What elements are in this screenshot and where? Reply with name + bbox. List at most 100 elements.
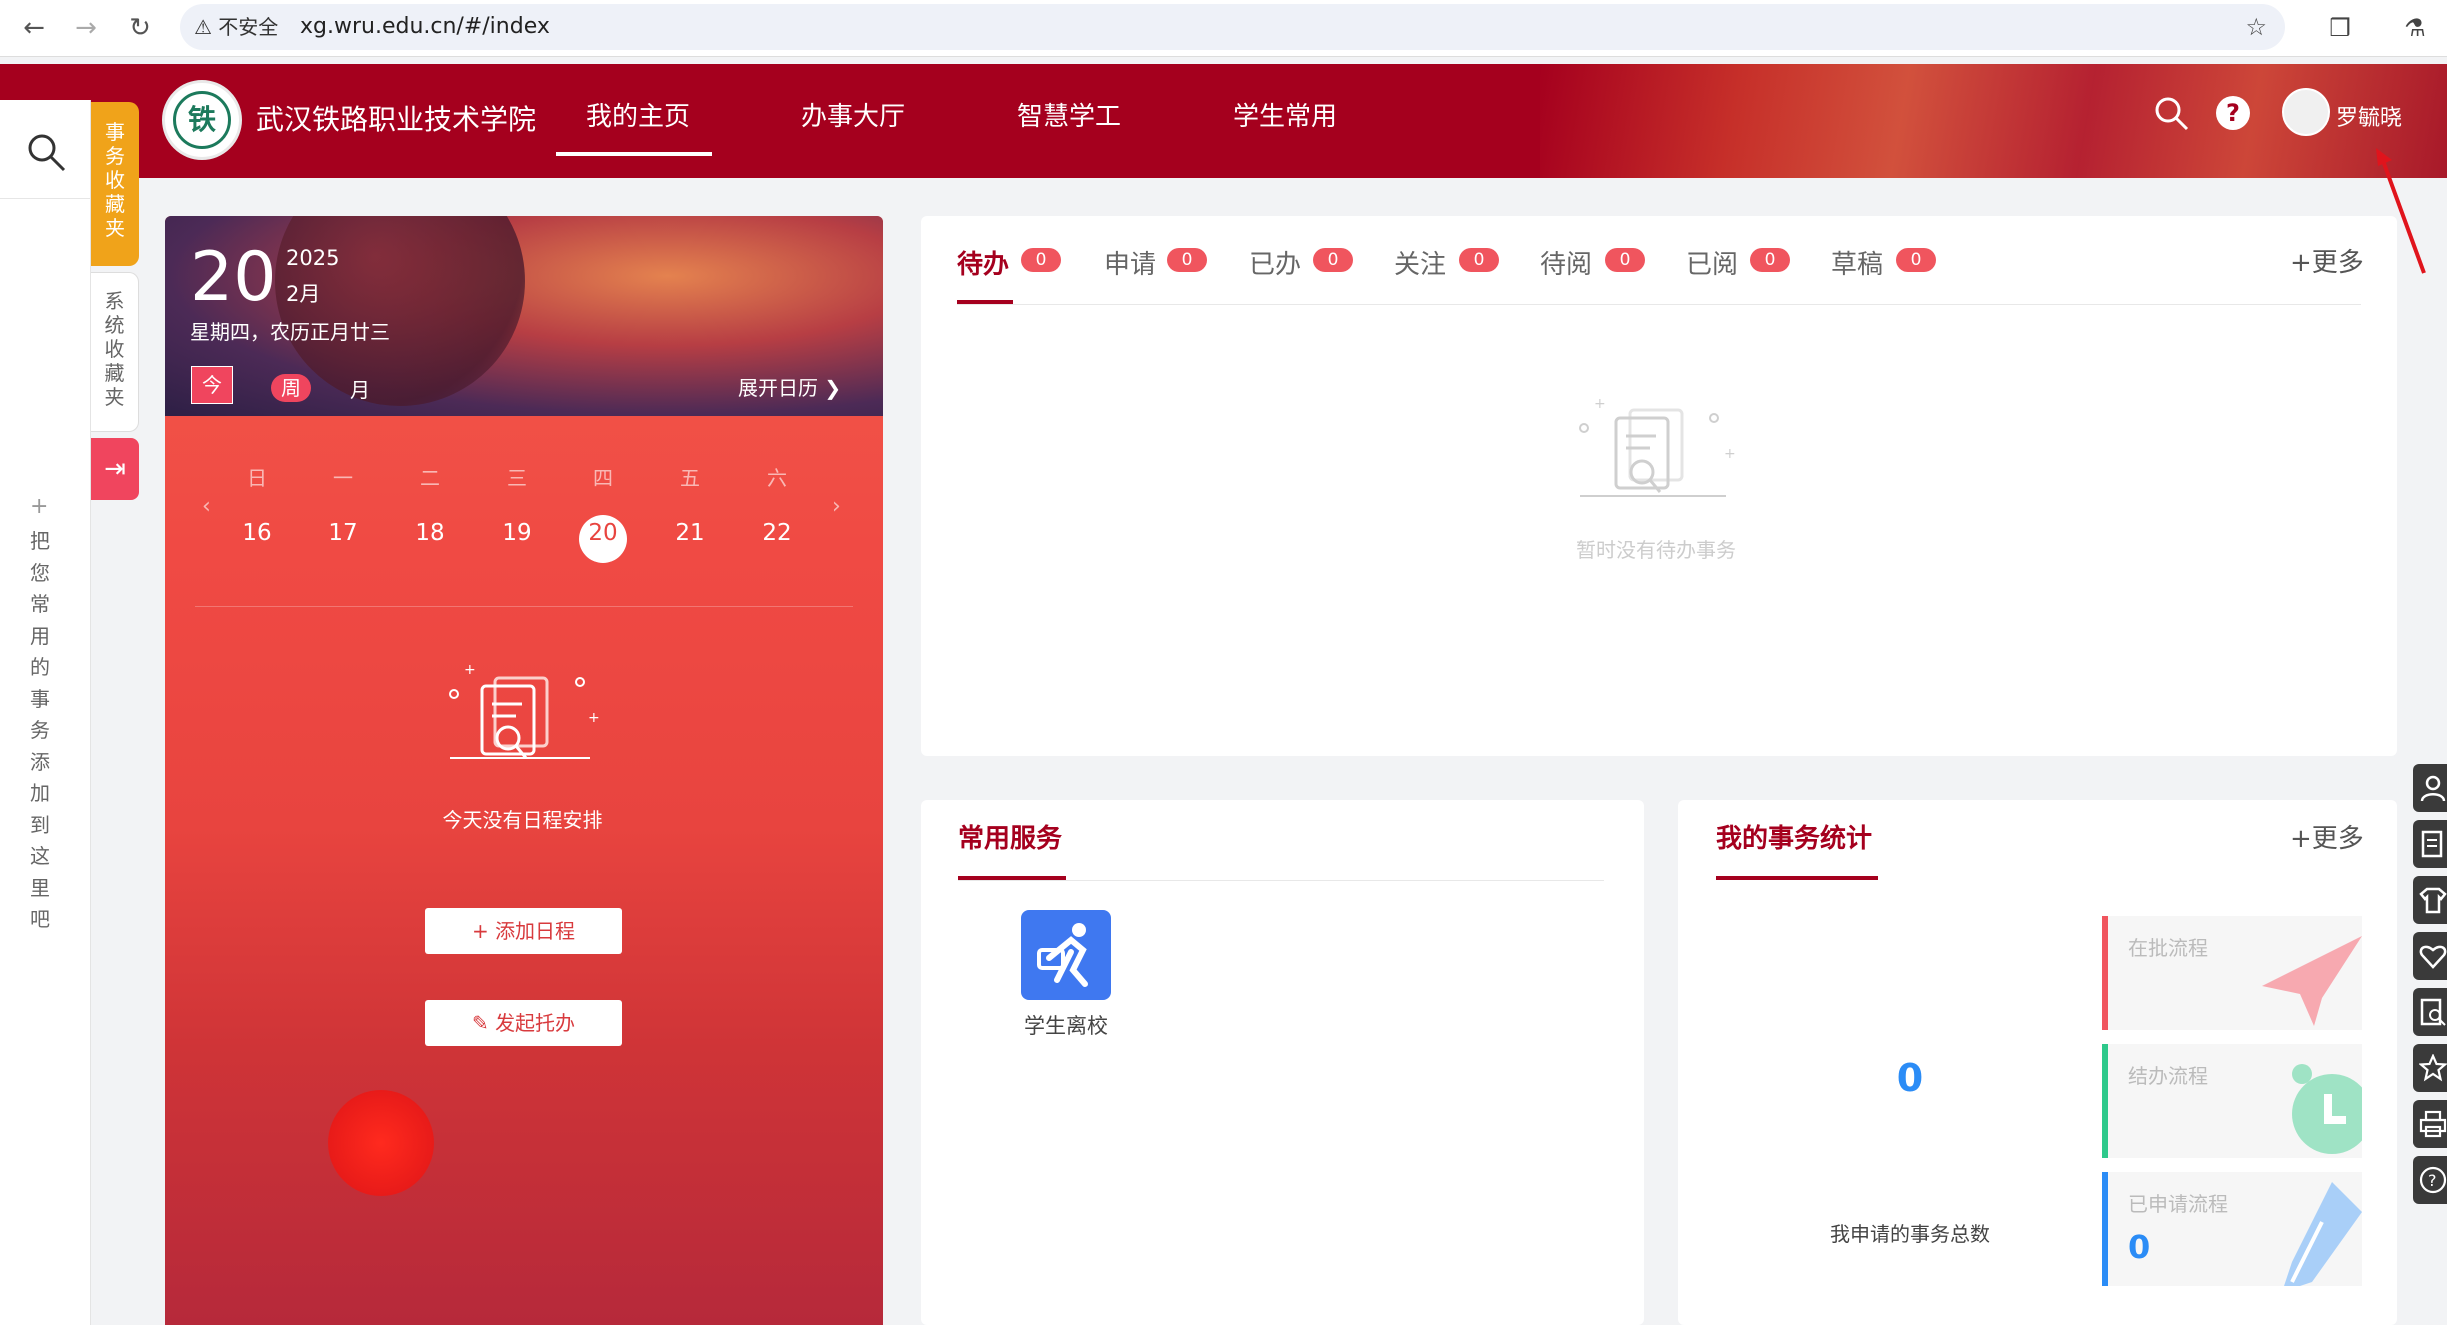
calendar-date[interactable]: 22 [752, 520, 802, 546]
tab-apply[interactable]: 申请 [1104, 244, 1156, 281]
shirt-icon[interactable] [2413, 876, 2447, 924]
empty-todo-icon: + + [1579, 398, 1736, 497]
student-leave-icon[interactable] [1021, 910, 1111, 1000]
week-view-button[interactable]: 周 [271, 374, 311, 402]
heart-icon[interactable] [2413, 932, 2447, 980]
security-warning[interactable]: ⚠ 不安全 [194, 4, 278, 50]
add-schedule-label: 添加日程 [495, 919, 576, 943]
document-icon[interactable] [2413, 820, 2447, 868]
stat-card-completed[interactable]: 结办流程 [2102, 1044, 2362, 1158]
expand-calendar-link[interactable]: 展开日历 ❯ [738, 372, 841, 401]
star-icon[interactable] [2413, 1044, 2447, 1092]
divider [957, 304, 2361, 305]
plus-icon: + [471, 919, 489, 943]
school-name: 武汉铁路职业技术学院 [256, 103, 537, 136]
count-badge: 0 [1021, 248, 1061, 272]
next-week-icon[interactable]: › [832, 494, 841, 519]
search-icon[interactable] [2152, 94, 2192, 134]
url-text[interactable]: xg.wru.edu.cn/#/index [300, 4, 550, 50]
printer-icon[interactable] [2413, 1100, 2447, 1148]
title-underline [1716, 876, 1878, 880]
user-icon[interactable] [2413, 764, 2447, 812]
tab-done[interactable]: 已办 [1249, 244, 1301, 281]
tab-system-favorites[interactable]: 系统收藏夹 [91, 272, 139, 432]
delegate-button[interactable]: ✎ 发起托办 [425, 1000, 622, 1046]
count-badge: 0 [1313, 248, 1353, 272]
count-badge: 0 [1605, 248, 1645, 272]
empty-todo-text: 暂时没有待办事务 [1576, 538, 1736, 562]
count-badge: 0 [1167, 248, 1207, 272]
calendar-lunar-date: 星期四，农历正月廿三 [190, 320, 390, 344]
username[interactable]: 罗毓晓 [2336, 100, 2402, 132]
stats-title: 我的事务统计 [1716, 824, 1873, 854]
stat-card-applied[interactable]: 已申请流程 0 [2102, 1172, 2362, 1286]
stat-value: 0 [2128, 1228, 2151, 1266]
stat-card-in-approval[interactable]: 在批流程 [2102, 916, 2362, 1030]
nav-smart-student[interactable]: 智慧学工 [1017, 96, 1121, 133]
service-label[interactable]: 学生离校 [996, 1010, 1136, 1040]
extensions-icon[interactable]: ❒ [2320, 8, 2360, 48]
svg-text:?: ? [2428, 1171, 2437, 1190]
help-icon[interactable]: ? [2413, 1156, 2447, 1204]
tab-read[interactable]: 已阅 [1686, 244, 1738, 281]
collapse-sidebar-button[interactable]: ⇥ [91, 438, 139, 500]
avatar[interactable] [2282, 88, 2330, 136]
browser-toolbar: ← → ↻ ⚠ 不安全 xg.wru.edu.cn/#/index ☆ ❒ ⚗ [0, 0, 2447, 57]
calendar-date[interactable]: 16 [232, 520, 282, 546]
calendar-date-selected[interactable]: 20 [578, 520, 628, 546]
empty-schedule-text: 今天没有日程安排 [442, 808, 603, 832]
pen-nib-icon [2284, 1182, 2362, 1286]
tab-drafts[interactable]: 草稿 [1831, 244, 1883, 281]
delegate-label: 发起托办 [495, 1011, 576, 1035]
svg-text:+: + [1594, 398, 1606, 412]
reload-icon[interactable]: ↻ [120, 8, 160, 48]
stats-more-link[interactable]: +更多 [2290, 818, 2364, 855]
stat-label: 结办流程 [2128, 1064, 2208, 1088]
todo-more-link[interactable]: +更多 [2290, 242, 2364, 279]
calendar-date[interactable]: 21 [665, 520, 715, 546]
help-icon[interactable]: ? [2216, 96, 2250, 130]
stat-label: 在批流程 [2128, 936, 2208, 960]
add-schedule-button[interactable]: + 添加日程 [425, 908, 622, 954]
total-count: 0 [1896, 1056, 1924, 1100]
stat-label: 已申请流程 [2128, 1192, 2228, 1216]
divider [0, 198, 90, 199]
sunset-decoration [328, 1090, 434, 1196]
address-bar[interactable]: ⚠ 不安全 xg.wru.edu.cn/#/index ☆ [180, 4, 2285, 50]
weekday-label: 三 [507, 466, 527, 490]
weekday-label: 二 [420, 466, 440, 490]
calendar-date[interactable]: 17 [318, 520, 368, 546]
svg-text:+: + [464, 664, 476, 678]
calendar-year: 2025 [286, 246, 340, 270]
month-view-button[interactable]: 月 [350, 374, 370, 403]
calendar-date[interactable]: 18 [405, 520, 455, 546]
search-icon[interactable] [24, 130, 68, 174]
svg-text:+: + [588, 710, 600, 726]
calendar-day: 20 [190, 238, 277, 317]
add-favorite-icon[interactable]: + [30, 494, 48, 519]
status-bar [2102, 916, 2108, 1030]
title-underline [958, 876, 1066, 880]
nav-service-hall[interactable]: 办事大厅 [801, 96, 905, 133]
tab-task-favorites[interactable]: 事务收藏夹 [91, 102, 139, 266]
back-icon[interactable]: ← [14, 8, 54, 48]
tab-follow[interactable]: 关注 [1394, 244, 1446, 281]
nav-home[interactable]: 我的主页 [586, 96, 690, 133]
weekday-label: 六 [767, 466, 787, 490]
count-badge: 0 [1750, 248, 1790, 272]
forward-icon[interactable]: → [66, 8, 106, 48]
expand-calendar-label: 展开日历 [738, 376, 818, 400]
prev-week-icon[interactable]: ‹ [202, 494, 211, 519]
search-document-icon[interactable] [2413, 988, 2447, 1036]
calendar-date[interactable]: 19 [492, 520, 542, 546]
today-button[interactable]: 今 [191, 366, 233, 404]
tab-todo[interactable]: 待办 [957, 244, 1009, 281]
alarm-clock-icon [2292, 1064, 2362, 1154]
nav-student-common[interactable]: 学生常用 [1233, 96, 1337, 133]
school-logo[interactable]: 铁 [162, 80, 242, 160]
tab-active-indicator [957, 300, 1013, 304]
star-icon[interactable]: ☆ [2245, 4, 2267, 50]
labs-icon[interactable]: ⚗ [2400, 8, 2430, 48]
right-toolbar: ? [2413, 764, 2447, 1204]
tab-to-read[interactable]: 待阅 [1540, 244, 1592, 281]
